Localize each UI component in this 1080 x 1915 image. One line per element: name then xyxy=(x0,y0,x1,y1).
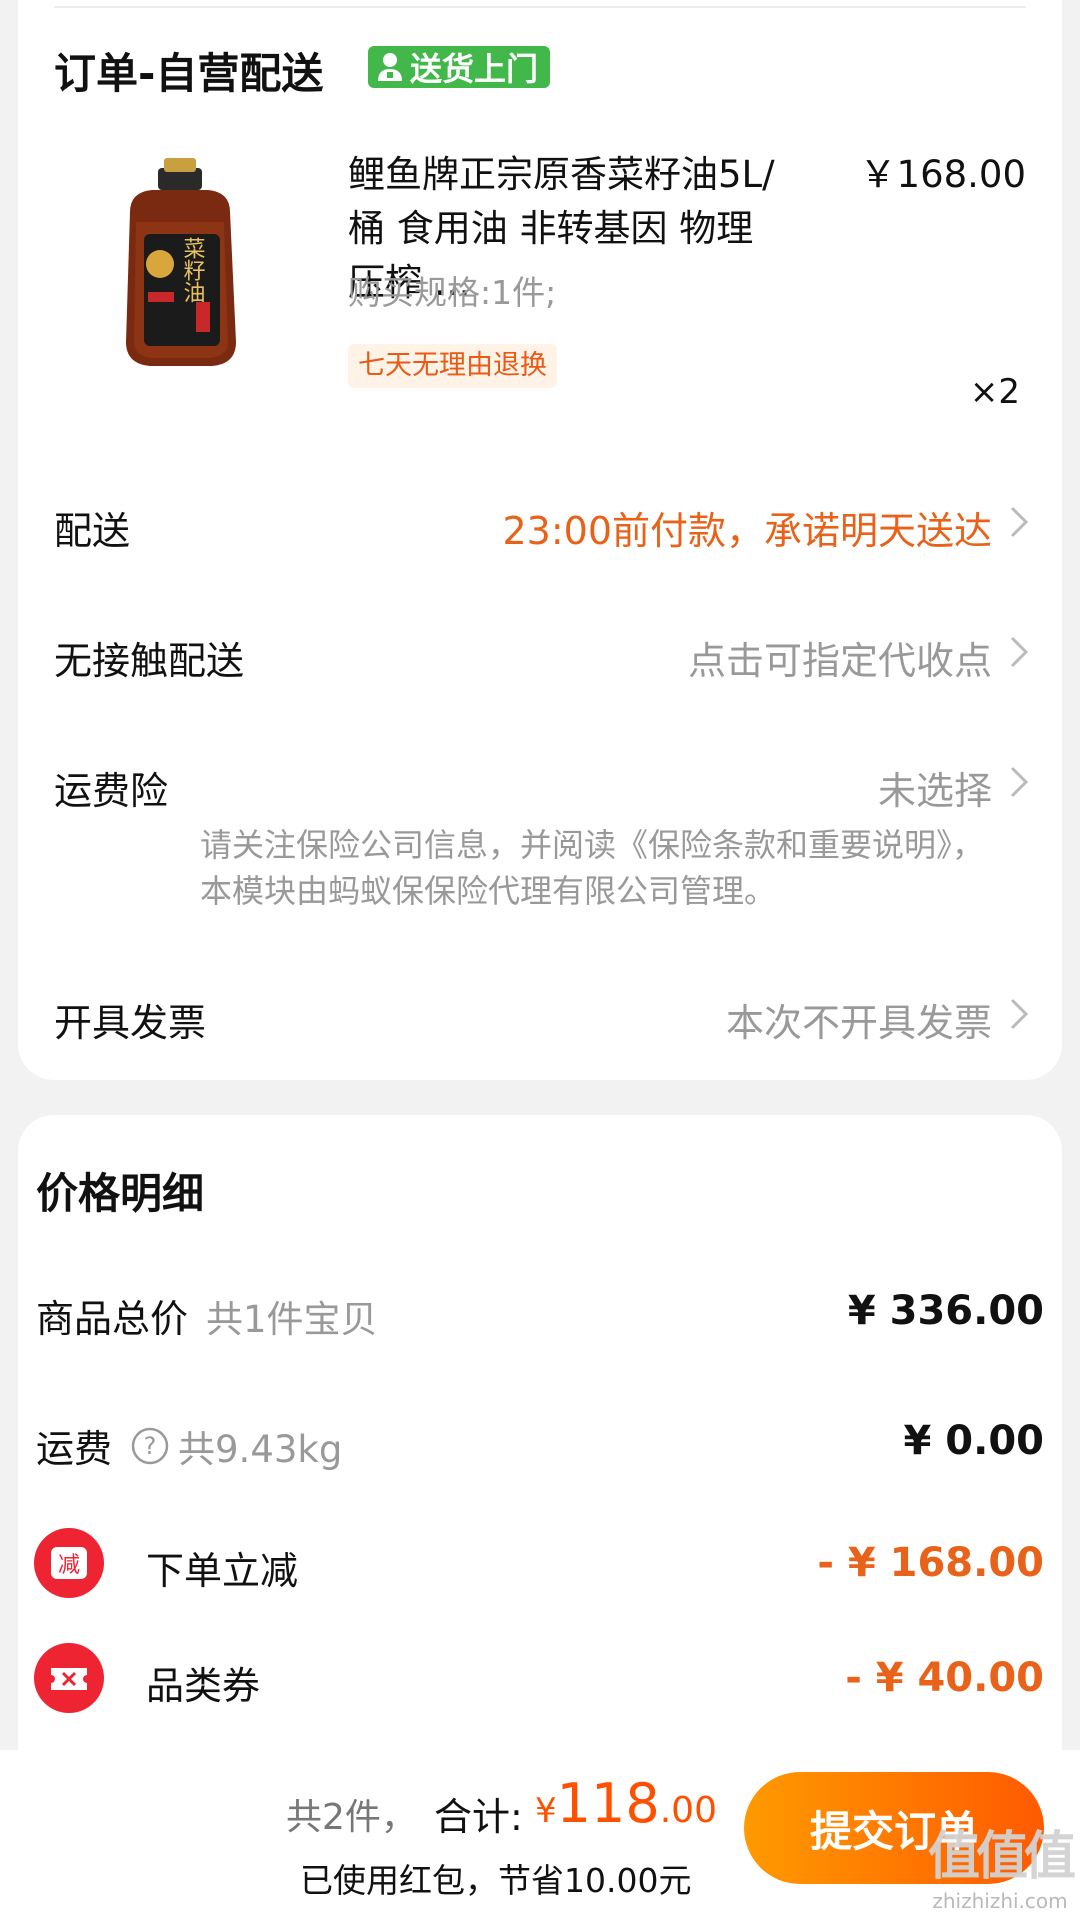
badge-label: 送货上门 xyxy=(410,50,539,88)
order-title: 订单-自营配送 xyxy=(54,49,324,98)
invoice-label: 开具发票 xyxy=(54,1001,207,1045)
goods-total-label: 商品总价 xyxy=(36,1297,189,1341)
total-amount: ¥118.00 xyxy=(535,1772,717,1835)
goods-count: 共1件宝贝 xyxy=(206,1297,378,1341)
category-coupon-value: - ¥ 40.00 xyxy=(845,1655,1044,1701)
invoice-value: 本次不开具发票 xyxy=(725,1001,992,1045)
oil-bottle-image: 菜籽油 xyxy=(126,158,236,366)
return-policy-tag: 七天无理由退换 xyxy=(348,344,557,388)
site-watermark: 值值值 zhizhizhi.com xyxy=(927,1814,1076,1913)
product-price: ￥168.00 xyxy=(859,153,1026,196)
chevron-right-icon xyxy=(1010,998,1029,1030)
total-decimal: .00 xyxy=(659,1790,717,1831)
checkout-bar: 共2件， 合计: ¥118.00 已使用红包，节省10.00元 提交订单 值值值… xyxy=(0,1750,1080,1915)
chevron-right-icon xyxy=(1010,636,1029,668)
contactless-value: 点击可指定代收点 xyxy=(687,639,992,683)
freight-value: ¥ 0.00 xyxy=(903,1418,1044,1464)
help-question-icon[interactable]: ? xyxy=(130,1426,170,1466)
coupon-ticket-icon xyxy=(34,1643,104,1713)
contactless-label: 无接触配送 xyxy=(54,639,245,683)
quantity: ×2 xyxy=(969,372,1020,412)
order-discount-value: - ¥ 168.00 xyxy=(817,1540,1044,1586)
freight-label-group: 运费 ? 共9.43kg xyxy=(36,1418,342,1473)
total-integer: 118 xyxy=(556,1772,660,1835)
watermark-logo: 值值值 xyxy=(927,1827,1076,1887)
discount-icon: 减 xyxy=(34,1528,104,1598)
insurance-note: 请关注保险公司信息，并阅读《保险条款和重要说明》，本模块由蚂蚁保保险代理有限公司… xyxy=(200,826,985,910)
delivery-person-icon xyxy=(378,53,402,81)
chevron-right-icon xyxy=(1010,766,1029,798)
total-label: 合计: xyxy=(434,1795,523,1839)
watermark-url: zhizhizhi.com xyxy=(932,1889,1068,1913)
divider xyxy=(54,6,1026,8)
discount-icon-text: 减 xyxy=(58,1553,80,1578)
product-image[interactable]: 菜籽油 xyxy=(52,142,310,400)
shipping-insurance-value: 未选择 xyxy=(877,769,992,813)
category-coupon-label[interactable]: 品类券 xyxy=(146,1655,260,1710)
chevron-right-icon xyxy=(1010,506,1029,538)
price-detail-title: 价格明细 xyxy=(36,1169,205,1218)
delivery-label: 配送 xyxy=(54,509,131,553)
freight-weight: 共9.43kg xyxy=(178,1427,343,1471)
goods-total-label-group: 商品总价 共1件宝贝 xyxy=(36,1288,378,1343)
delivery-value: 23:00前付款，承诺明天送达 xyxy=(502,509,992,553)
goods-total-value: ¥ 336.00 xyxy=(847,1288,1044,1334)
svg-text:?: ? xyxy=(144,1432,157,1460)
item-count: 共2件， xyxy=(286,1797,417,1838)
purchase-spec: 购买规格:1件; xyxy=(348,273,557,312)
home-delivery-badge: 送货上门 xyxy=(368,46,551,88)
order-discount-label: 下单立减 xyxy=(146,1549,299,1593)
red-packet-savings: 已使用红包，节省10.00元 xyxy=(300,1861,692,1900)
currency-symbol: ¥ xyxy=(535,1791,557,1831)
shipping-insurance-label: 运费险 xyxy=(54,769,169,813)
order-card: 订单-自营配送 送货上门 菜籽油 鲤鱼牌正宗原香菜籽油5L/桶 食用油 非转基因… xyxy=(18,0,1062,1080)
bottle-label-text: 菜籽油 xyxy=(180,237,206,303)
freight-label: 运费 xyxy=(36,1427,113,1471)
